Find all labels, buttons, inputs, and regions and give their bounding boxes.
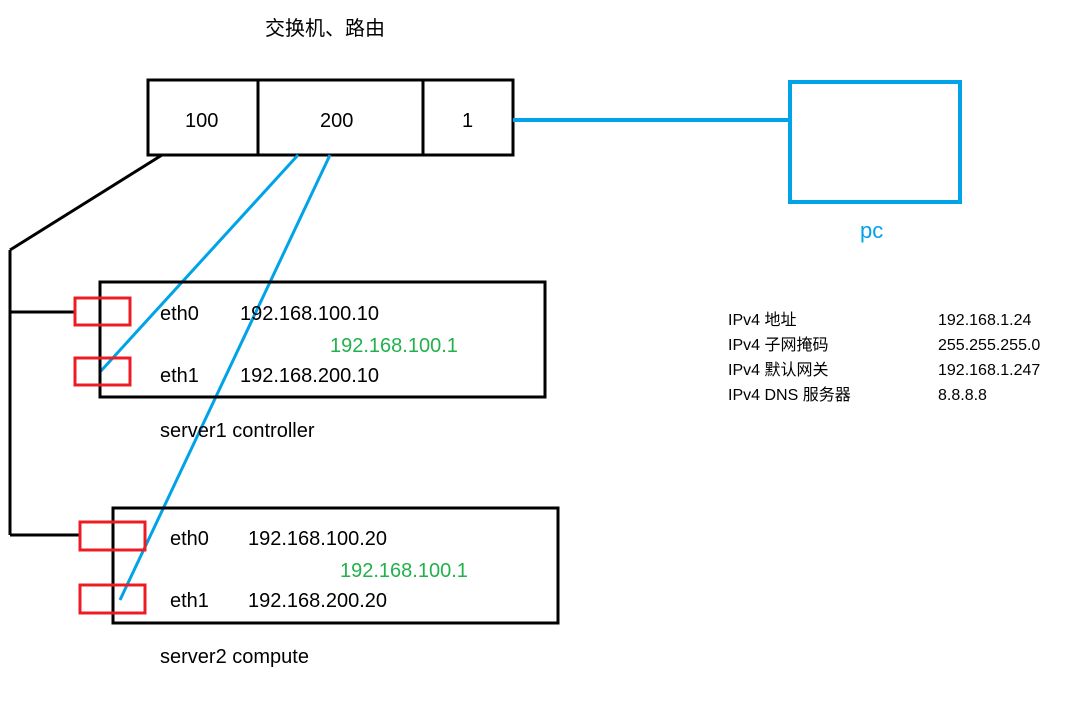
server2-eth1-ip: 192.168.200.20 <box>248 590 387 612</box>
switch-box: 100 200 1 <box>148 80 513 155</box>
server1-eth1-port <box>75 358 130 385</box>
switch-title: 交换机、路由 <box>265 17 385 40</box>
server1-eth1-ip: 192.168.200.10 <box>240 365 379 387</box>
server2-gateway: 192.168.100.1 <box>340 560 468 582</box>
server1-eth0-if: eth0 <box>160 303 199 325</box>
switch-port-1: 1 <box>462 110 473 132</box>
ipv4-row-value: 255.255.255.0 <box>938 337 1040 354</box>
server2-eth1-if: eth1 <box>170 590 209 612</box>
ipv4-row-label: IPv4 地址 <box>728 311 796 329</box>
server2-eth0-if: eth0 <box>170 528 209 550</box>
ipv4-row-value: 192.168.1.24 <box>938 312 1032 329</box>
server1-eth1-if: eth1 <box>160 365 199 387</box>
ipv4-row-value: 8.8.8.8 <box>938 387 987 404</box>
switch-port-100: 100 <box>185 110 218 132</box>
server1-gateway: 192.168.100.1 <box>330 335 458 357</box>
switch-port-200: 200 <box>320 110 353 132</box>
server1-name: server1 controller <box>160 420 315 442</box>
pc-ipv4-table: IPv4 地址 192.168.1.24 IPv4 子网掩码 255.255.2… <box>728 311 1040 404</box>
ipv4-row-value: 192.168.1.247 <box>938 362 1040 379</box>
server2-name: server2 compute <box>160 646 309 668</box>
server2-eth0-ip: 192.168.100.20 <box>248 528 387 550</box>
pc-box: pc <box>790 82 960 243</box>
ipv4-row-label: IPv4 默认网关 <box>728 361 828 379</box>
server1-box: eth0 192.168.100.10 192.168.100.1 eth1 1… <box>75 282 545 442</box>
ipv4-row-label: IPv4 DNS 服务器 <box>728 386 851 404</box>
server1-eth0-ip: 192.168.100.10 <box>240 303 379 325</box>
pc-label: pc <box>860 218 883 243</box>
link-black <box>10 155 162 535</box>
server1-eth0-port <box>75 298 130 325</box>
ipv4-row-label: IPv4 子网掩码 <box>728 336 828 354</box>
